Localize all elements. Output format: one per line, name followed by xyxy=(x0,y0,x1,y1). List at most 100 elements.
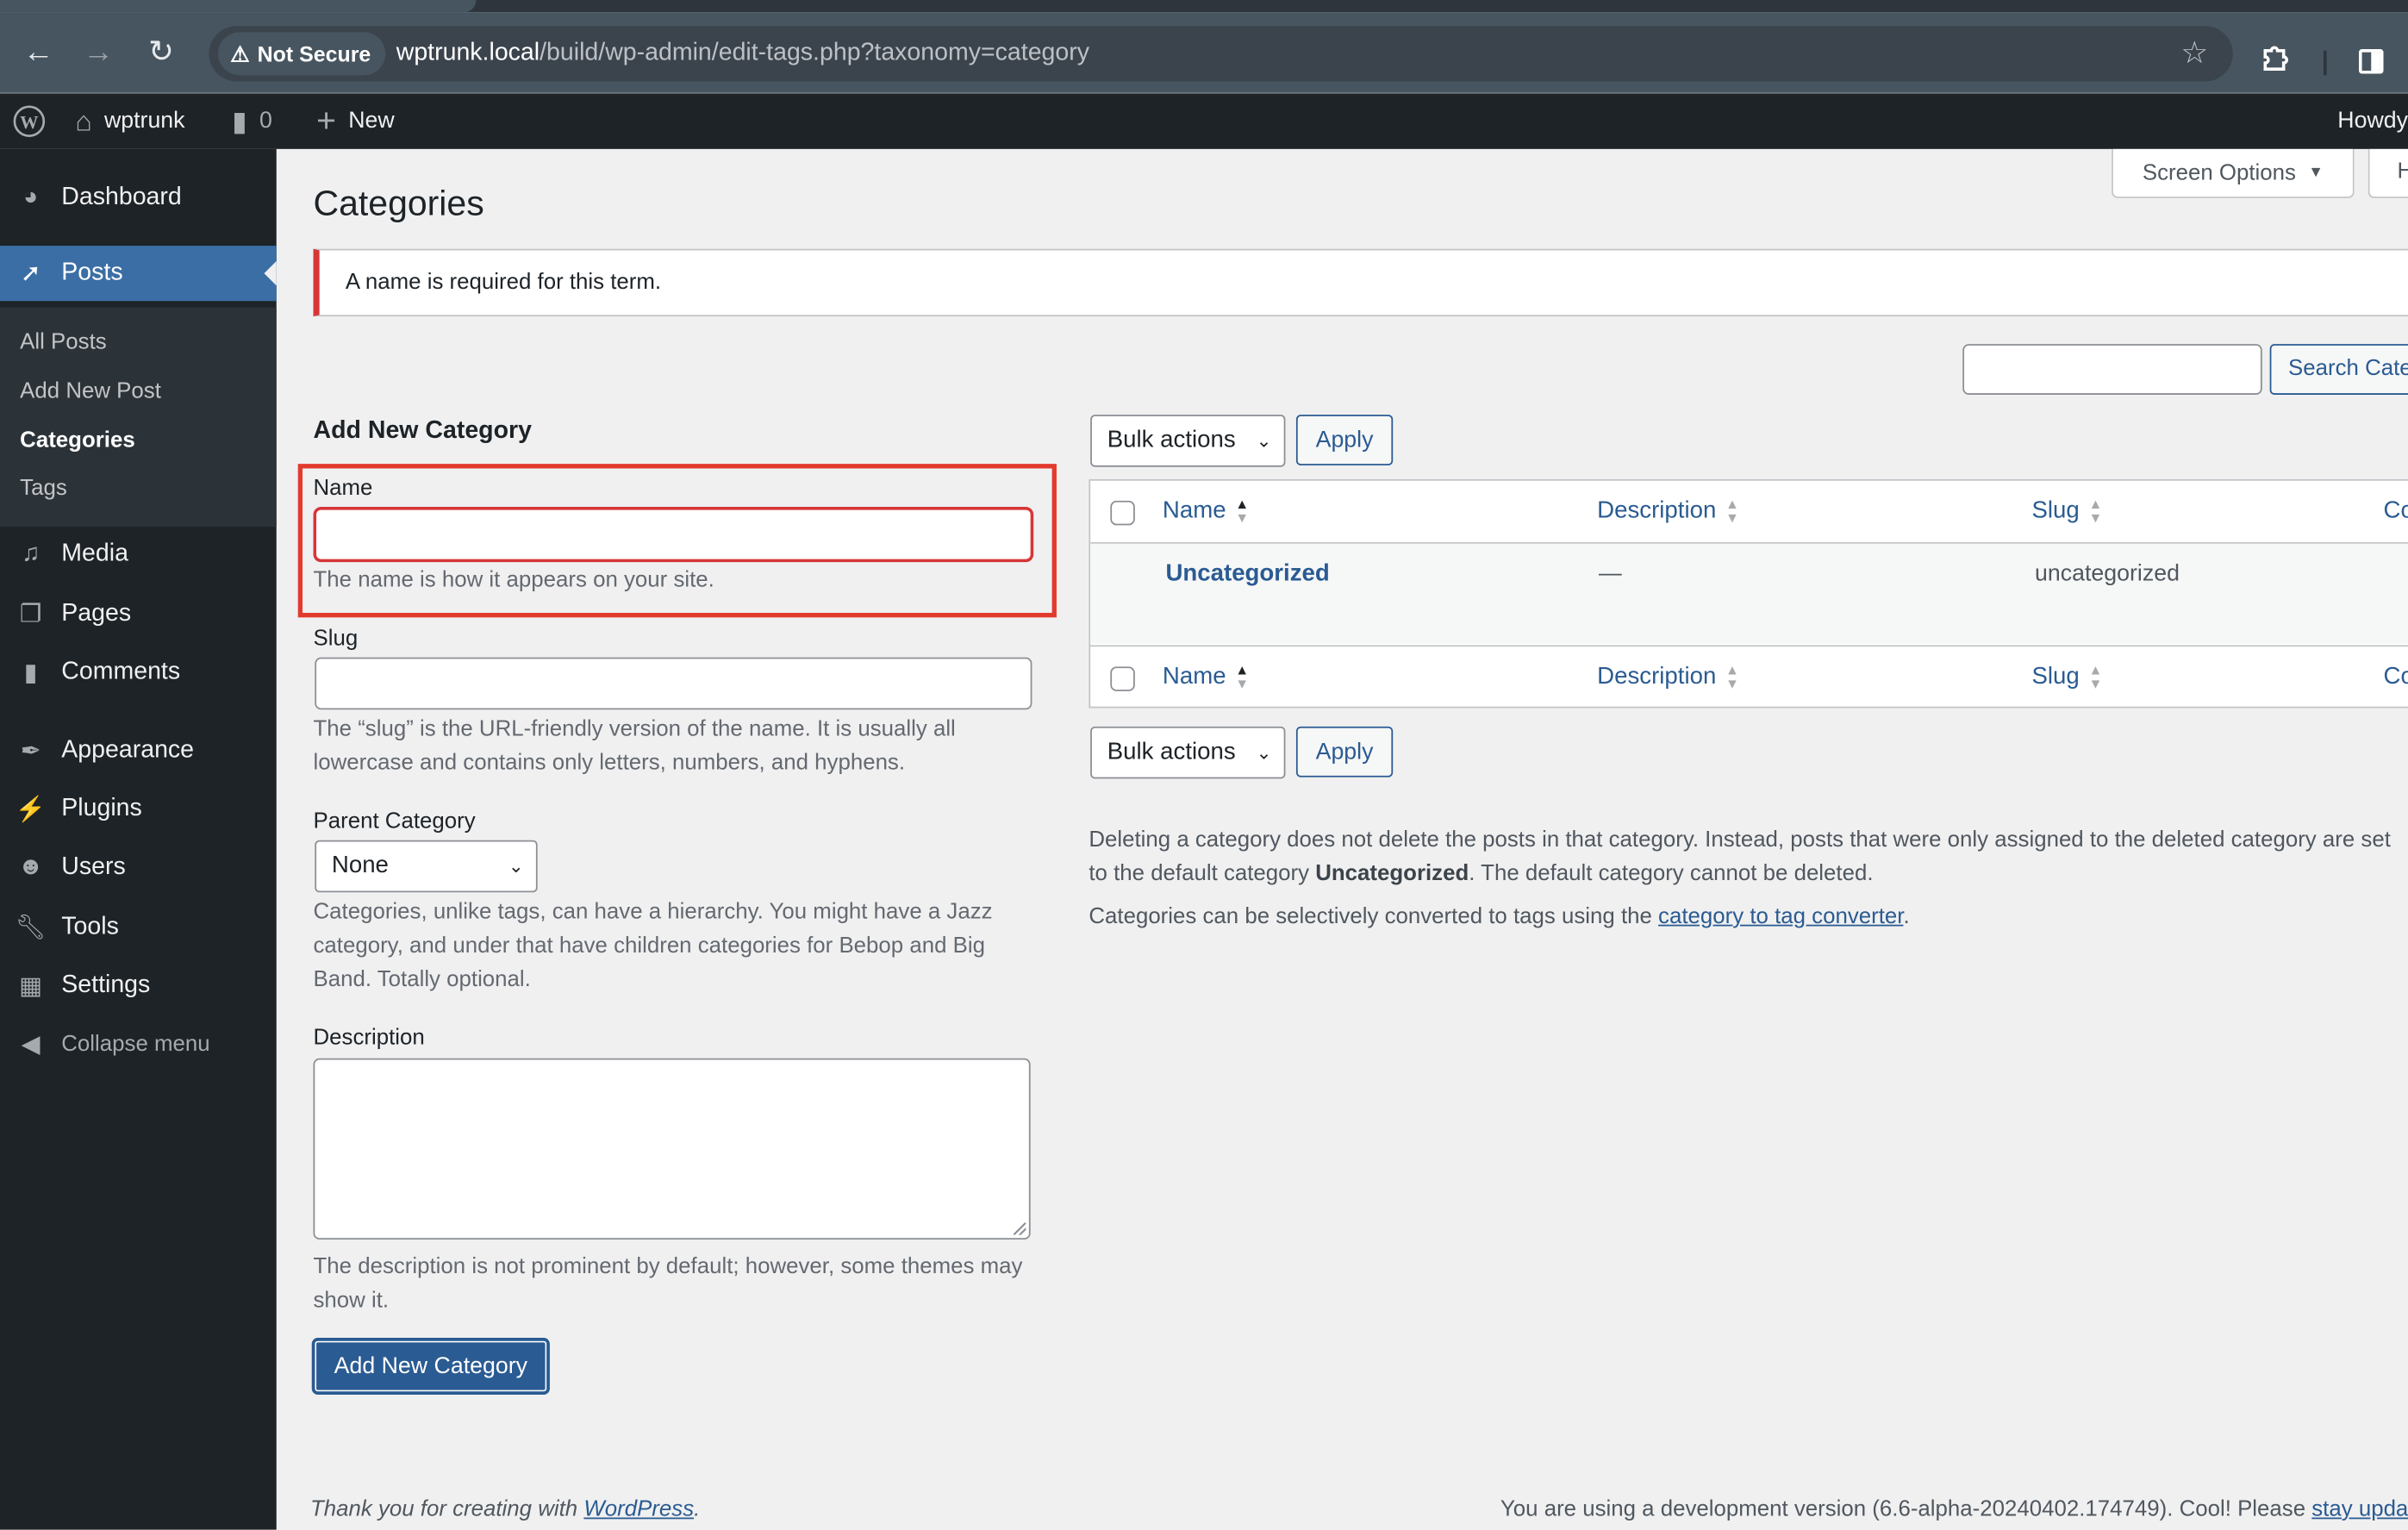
security-chip[interactable]: ⚠ Not Secure xyxy=(218,32,387,76)
brush-icon: ✒ xyxy=(20,739,41,765)
new-content-menu[interactable]: + New xyxy=(316,94,395,149)
sidebar-item-dashboard[interactable]: ◕ Dashboard xyxy=(0,171,277,226)
highlight-box xyxy=(297,464,1057,618)
row-description: — xyxy=(1598,560,1622,587)
sidebar-item-users[interactable]: ☻ Users xyxy=(0,840,277,896)
sidebar-item-label: Posts xyxy=(61,259,123,286)
converter-note: Categories can be selectively converted … xyxy=(1089,900,1909,934)
screen-options-button[interactable]: Screen Options ▼ xyxy=(2112,148,2355,198)
user-icon: ☻ xyxy=(17,853,44,881)
resize-grip-icon[interactable] xyxy=(1014,1222,1026,1235)
back-button[interactable]: ← xyxy=(18,32,58,72)
chevron-down-icon: ⌄ xyxy=(1256,429,1272,452)
wp-logo-menu[interactable]: W xyxy=(12,94,46,149)
footer-version: You are using a development version (6.6… xyxy=(1500,1497,2408,1522)
browser-toolbar: ← → ↻ ⚠ Not Secure wptrunk.local/build/w… xyxy=(0,12,2408,94)
apply-button-bottom[interactable]: Apply xyxy=(1295,726,1394,777)
sidebar-item-posts[interactable]: ➚ Posts xyxy=(0,246,277,302)
help-button[interactable]: Help xyxy=(2367,148,2408,198)
sidebar-item-label: Appearance xyxy=(61,737,195,764)
forward-button[interactable]: → xyxy=(78,32,118,72)
column-count-sort-bottom[interactable]: Count xyxy=(2384,646,2408,708)
plug-icon: ⚡ xyxy=(15,796,47,824)
sidebar-item-label: Settings xyxy=(61,971,151,999)
slug-input[interactable] xyxy=(315,657,1032,710)
add-new-category-button[interactable]: Add New Category xyxy=(311,1338,550,1395)
bulk-actions-select-top[interactable]: Bulk actions ⌄ xyxy=(1090,415,1286,467)
column-description-label: Description xyxy=(1597,663,1717,690)
search-categories-input[interactable] xyxy=(1962,344,2262,395)
sort-arrows-icon: ▲ ▼ xyxy=(2088,661,2103,691)
sort-arrows-icon: ▲ ▼ xyxy=(1235,496,1250,526)
sort-arrows-icon: ▲ ▼ xyxy=(1725,661,1739,691)
svg-text:W: W xyxy=(20,112,39,133)
sidebar-item-tools[interactable]: 🔧︎ Tools xyxy=(0,900,277,955)
submenu-add-new-post[interactable]: Add New Post xyxy=(20,379,161,404)
category-to-tag-converter-link[interactable]: category to tag converter xyxy=(1658,905,1903,930)
select-all-checkbox[interactable] xyxy=(1110,500,1135,526)
slug-label: Slug xyxy=(313,627,359,652)
sidebar-item-comments[interactable]: ▮ Comments xyxy=(0,645,277,700)
sidebar-item-plugins[interactable]: ⚡ Plugins xyxy=(0,782,277,837)
select-all-checkbox-bottom[interactable] xyxy=(1110,666,1135,691)
address-bar[interactable]: ⚠ Not Secure wptrunk.local/build/wp-admi… xyxy=(209,26,2233,82)
parent-category-select[interactable]: None ⌄ xyxy=(315,840,538,893)
comments-icon: ▮ xyxy=(23,660,38,687)
default-category-name: Uncategorized xyxy=(1315,861,1469,887)
toolbar-separator xyxy=(2324,50,2327,76)
posts-submenu: All Posts Add New Post Categories Tags xyxy=(0,307,277,528)
wordpress-link[interactable]: WordPress xyxy=(583,1497,694,1522)
sidebar-item-settings[interactable]: ▦ Settings xyxy=(0,959,277,1014)
howdy-user-menu[interactable]: Howdy xyxy=(2337,94,2408,149)
sidebar-item-appearance[interactable]: ✒ Appearance xyxy=(0,723,277,778)
footer-thanks: Thank you for creating with WordPress. xyxy=(310,1497,700,1522)
row-name-link[interactable]: Uncategorized xyxy=(1165,544,1329,605)
sidebar-item-label: Users xyxy=(61,853,126,881)
reload-button[interactable]: ↻ xyxy=(141,32,181,72)
bookmark-star-icon[interactable]: ☆ xyxy=(2180,26,2208,81)
form-title: Add New Category xyxy=(313,417,532,444)
apply-button-top[interactable]: Apply xyxy=(1295,415,1394,465)
bulk-actions-value: Bulk actions xyxy=(1107,427,1236,453)
column-description-sort[interactable]: Description ▲ ▼ xyxy=(1597,481,1739,542)
footer-thanks-text: Thank you for creating with xyxy=(309,1497,584,1522)
collapse-menu-button[interactable]: ◀ Collapse menu xyxy=(0,1017,277,1072)
submenu-categories[interactable]: Categories xyxy=(20,428,135,453)
url-text[interactable]: wptrunk.local/build/wp-admin/edit-tags.p… xyxy=(396,26,1089,81)
column-slug-sort[interactable]: Slug ▲ ▼ xyxy=(2031,481,2102,542)
column-name-sort[interactable]: Name ▲ ▼ xyxy=(1163,481,1249,542)
sidebar-item-label: Media xyxy=(61,540,128,567)
bulk-actions-value: Bulk actions xyxy=(1107,739,1236,765)
column-description-label: Description xyxy=(1597,497,1717,524)
pin-icon: ➚ xyxy=(20,260,41,288)
sort-arrows-icon: ▲ ▼ xyxy=(2088,496,2103,526)
plus-icon: + xyxy=(316,101,336,141)
sort-arrows-icon: ▲ ▼ xyxy=(1235,661,1250,691)
url-host: wptrunk.local xyxy=(396,40,540,66)
wrench-icon: 🔧︎ xyxy=(15,915,47,942)
column-count-sort[interactable]: Count xyxy=(2384,481,2408,542)
sidebar-item-pages[interactable]: ❐ Pages xyxy=(0,587,277,642)
side-panel-icon[interactable] xyxy=(2358,49,2384,74)
column-slug-sort-bottom[interactable]: Slug ▲ ▼ xyxy=(2031,646,2102,708)
pages-icon: ❐ xyxy=(19,602,42,628)
comments-menu[interactable]: ▮ 0 xyxy=(232,94,272,149)
home-icon: ⌂ xyxy=(75,105,92,137)
submenu-all-posts[interactable]: All Posts xyxy=(20,330,107,355)
page-title: Categories xyxy=(313,183,484,223)
bulk-actions-select-bottom[interactable]: Bulk actions ⌄ xyxy=(1090,726,1286,779)
sidebar-item-media[interactable]: ♫ Media xyxy=(0,527,277,582)
submenu-tags[interactable]: Tags xyxy=(20,476,67,501)
search-categories-button[interactable]: Search Categories xyxy=(2269,344,2408,395)
description-textarea[interactable] xyxy=(313,1058,1031,1240)
row-slug: uncategorized xyxy=(2035,560,2180,587)
dashboard-icon: ◕ xyxy=(23,184,39,211)
comment-count: 0 xyxy=(259,107,272,134)
active-tab[interactable] xyxy=(0,0,477,13)
collapse-label: Collapse menu xyxy=(61,1032,210,1057)
column-description-sort-bottom[interactable]: Description ▲ ▼ xyxy=(1597,646,1739,708)
extensions-puzzle-icon[interactable] xyxy=(2261,45,2292,76)
site-name-menu[interactable]: ⌂ wptrunk xyxy=(75,94,184,149)
stay-updated-link[interactable]: stay updated xyxy=(2311,1497,2408,1522)
column-name-sort-bottom[interactable]: Name ▲ ▼ xyxy=(1163,646,1249,708)
